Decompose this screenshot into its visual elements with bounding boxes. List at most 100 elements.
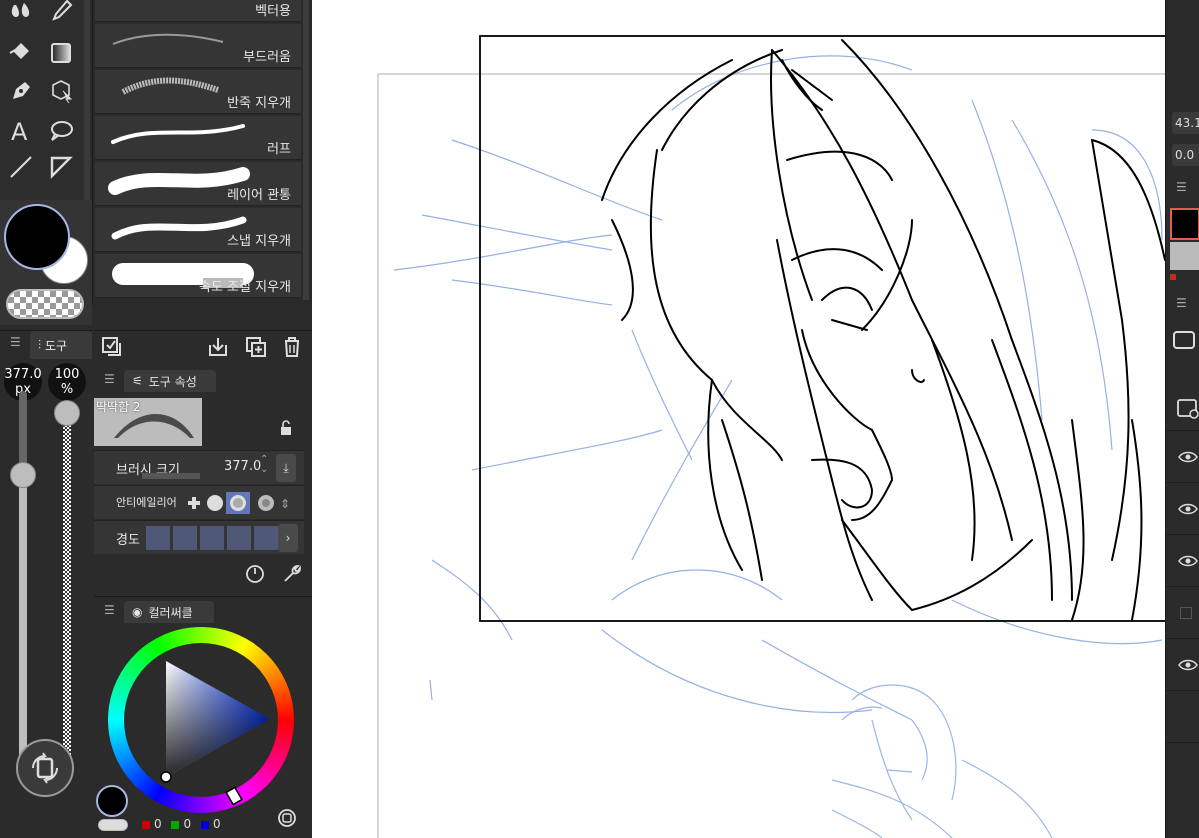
green-square-icon (171, 820, 180, 829)
import-icon[interactable] (206, 335, 230, 359)
blend-tool-icon[interactable] (4, 0, 38, 28)
saturation-triangle[interactable] (108, 627, 294, 813)
red-marker (1170, 274, 1176, 280)
brush-item[interactable]: 벡터용 (95, 0, 301, 22)
layer-row[interactable] (1166, 638, 1199, 690)
drawing-canvas[interactable] (312, 0, 1165, 838)
panel-menu-icon[interactable]: ☰ (1176, 296, 1187, 310)
swap-icon (32, 752, 58, 784)
current-color-swatch[interactable] (96, 785, 128, 817)
hardness-level-1[interactable] (146, 526, 170, 550)
brush-size-minibar[interactable] (142, 473, 200, 479)
layer-mask-icon[interactable] (1176, 398, 1199, 420)
text-tool-icon[interactable]: A (4, 114, 38, 148)
layer-row[interactable] (1166, 482, 1199, 534)
hardness-level-2[interactable] (173, 526, 197, 550)
brush-size-slider[interactable] (19, 391, 27, 771)
tab-tool[interactable]: ⫶ 도구 (30, 331, 92, 359)
hardness-level-4[interactable] (227, 526, 251, 550)
checkbox-layer-icon[interactable] (100, 335, 124, 359)
blue-square-icon (200, 820, 209, 829)
eye-icon[interactable] (1178, 555, 1198, 567)
color-settings-icon[interactable] (276, 807, 298, 829)
layer-row[interactable] (1166, 742, 1199, 794)
pen-tool-icon[interactable] (4, 74, 38, 108)
brush-item[interactable]: 스냅 지우개 (95, 208, 301, 252)
panel-menu-icon[interactable]: ☰ (104, 372, 115, 386)
panel-menu-icon[interactable]: ☰ (10, 335, 21, 349)
duplicate-icon[interactable] (244, 335, 268, 359)
balloon-tool-icon[interactable] (44, 114, 78, 148)
sliders-icon: ⚟ (132, 374, 143, 388)
red-square-icon (142, 820, 150, 829)
hardness-row: 경도 › (94, 520, 304, 554)
timer-icon[interactable] (244, 562, 266, 584)
hidden-visibility-box[interactable] (1180, 606, 1192, 619)
transparent-swatch-small[interactable] (98, 819, 128, 831)
brush-size-knob[interactable] (10, 461, 36, 488)
panel-menu-icon[interactable]: ☰ (104, 603, 115, 617)
eye-icon[interactable] (1178, 659, 1198, 671)
eyedropper-icon[interactable] (44, 0, 78, 28)
svg-text:A: A (11, 118, 28, 145)
trash-icon[interactable] (280, 335, 304, 359)
chevron-right-icon[interactable]: › (278, 524, 298, 552)
brush-item[interactable]: 반죽 지우개 (95, 70, 301, 114)
layer-row[interactable] (1166, 586, 1199, 638)
color-picker-handle[interactable] (160, 771, 172, 783)
sub-tool-brush-list: 벡터용 부드러움 반죽 지우개 러프 레이어 관통 스냅 지우개 속도 조절 지… (92, 0, 312, 305)
eye-icon[interactable] (1178, 503, 1198, 515)
tab-tool-property[interactable]: ⚟ 도구 속성 (124, 370, 216, 392)
brush-label: 러프 (267, 142, 291, 157)
color-swatches (0, 200, 92, 325)
stepper-arrows-icon[interactable]: ⌃ ⌄ (260, 455, 268, 475)
rgb-readout: 0 0 0 (136, 817, 266, 833)
hue-ring[interactable] (108, 627, 294, 813)
download-size-button[interactable]: ⤓ (276, 454, 296, 482)
layer-color-swatch[interactable] (1170, 208, 1199, 240)
brush-preset-preview[interactable]: 딱딱함 2 (94, 398, 202, 446)
brush-item[interactable]: 러프 (95, 116, 301, 160)
brush-label: 벡터용 (255, 4, 291, 19)
brush-list-scrollbar[interactable] (303, 0, 309, 300)
object-select-icon[interactable] (44, 74, 78, 108)
layer-row[interactable] (1166, 690, 1199, 742)
unlock-icon[interactable] (278, 420, 294, 436)
layer-row[interactable] (1166, 430, 1199, 482)
hardness-level-5[interactable] (254, 526, 278, 550)
ruler-tool-icon[interactable] (44, 150, 78, 184)
sliders-icon: ⫶ (38, 337, 42, 352)
eye-icon[interactable] (1178, 451, 1198, 463)
opacity-knob[interactable] (54, 400, 80, 426)
brush-size-value[interactable]: 377.0 (224, 459, 261, 474)
layer-sub-swatch[interactable] (1170, 242, 1199, 270)
layer-row[interactable] (1166, 534, 1199, 586)
tab-color-circle[interactable]: ◉ 컬러써클 (124, 601, 214, 623)
transparent-color-swatch[interactable] (6, 289, 84, 319)
tool-palette-scrollbar[interactable] (84, 0, 90, 200)
brush-label: 부드러움 (243, 50, 291, 65)
hardness-level-3[interactable] (200, 526, 224, 550)
main-color-swatch[interactable] (4, 204, 70, 270)
wrench-icon[interactable] (280, 562, 302, 584)
subtool-icon-bar (94, 330, 312, 362)
svg-text:⇕: ⇕ (280, 497, 290, 511)
opacity-slider[interactable] (63, 411, 71, 771)
swap-tool-button[interactable] (16, 739, 74, 797)
hue-handle[interactable] (225, 786, 243, 806)
brush-size-row: 브러시 크기 377.0 ⌃ ⌄ ⤓ (94, 450, 304, 484)
fill-bucket-icon[interactable] (4, 36, 38, 70)
brush-item[interactable]: 부드러움 (95, 24, 301, 68)
panel-menu-icon[interactable]: ☰ (1176, 180, 1187, 194)
right-panel-strip: 43.1 0.0 ☰ ☰ (1165, 0, 1199, 838)
brush-label: 스냅 지우개 (227, 234, 291, 249)
antialias-options[interactable]: ⇕ (182, 492, 292, 514)
gradient-icon[interactable] (44, 36, 78, 70)
line-tool-icon[interactable] (4, 150, 38, 184)
brush-item[interactable]: 속도 조절 지우개 (95, 254, 301, 298)
right-field-1[interactable]: 43.1 (1172, 112, 1199, 134)
brush-item[interactable]: 레이어 관통 (95, 162, 301, 206)
right-field-2[interactable]: 0.0 (1172, 144, 1199, 166)
layer-thumbnail-icon[interactable] (1172, 330, 1196, 350)
artwork (377, 35, 1165, 838)
